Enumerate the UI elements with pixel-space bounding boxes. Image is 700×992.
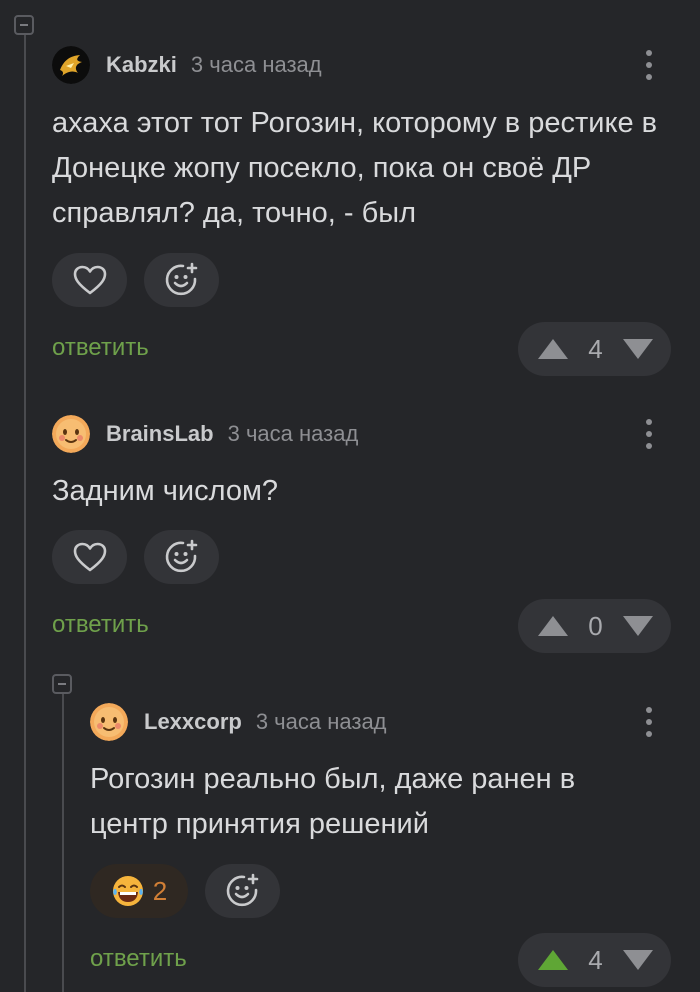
collapse-thread-button[interactable] <box>14 15 34 35</box>
like-button[interactable] <box>52 530 127 584</box>
heart-icon <box>73 265 106 295</box>
thread-line <box>24 30 26 992</box>
avatar[interactable] <box>52 415 90 453</box>
upvote-icon[interactable] <box>536 337 570 361</box>
rating-control: 0 <box>518 599 671 653</box>
rating-value: 4 <box>588 333 603 364</box>
rating-control: 4 <box>518 322 671 376</box>
reaction-button[interactable]: 2 <box>90 864 188 918</box>
rating-value: 4 <box>588 944 603 975</box>
add-emoji-icon <box>165 539 197 573</box>
add-reaction-button[interactable] <box>205 864 280 918</box>
comment-text: Задним числом? <box>52 475 279 507</box>
dragon-avatar-icon <box>52 46 90 84</box>
add-reaction-button[interactable] <box>144 253 219 307</box>
comment-text: ахаха этот тот Рогозин, которому в рести… <box>52 107 658 229</box>
avatar[interactable] <box>90 703 128 741</box>
reply-button[interactable]: ответить <box>90 945 187 973</box>
downvote-icon[interactable] <box>621 948 655 972</box>
heart-icon <box>73 542 106 572</box>
reply-button[interactable]: ответить <box>52 611 149 639</box>
reaction-count: 2 <box>152 875 168 906</box>
reply-button[interactable]: ответить <box>52 334 149 362</box>
comment-time[interactable]: 3 часа назад <box>256 709 387 735</box>
thread-line-nested <box>62 694 64 992</box>
more-options-icon[interactable] <box>637 45 661 85</box>
comment-time[interactable]: 3 часа назад <box>191 52 322 78</box>
comment-author[interactable]: Kabzki <box>106 52 177 78</box>
collapse-thread-button-nested[interactable] <box>52 674 72 694</box>
comment-time[interactable]: 3 часа назад <box>228 421 359 447</box>
smiley-avatar-icon <box>52 415 90 453</box>
add-emoji-icon <box>226 873 258 907</box>
laughing-emoji-icon <box>112 876 143 906</box>
downvote-icon[interactable] <box>621 337 655 361</box>
rating-value: 0 <box>588 610 603 641</box>
comment-author[interactable]: Lexxcorp <box>144 709 242 735</box>
avatar[interactable] <box>52 46 90 84</box>
add-reaction-button[interactable] <box>144 530 219 584</box>
add-emoji-icon <box>165 262 197 296</box>
upvote-icon[interactable] <box>536 614 570 638</box>
comment-author[interactable]: BrainsLab <box>106 421 214 447</box>
comment-text: Рогозин реально был, даже ранен в центр … <box>90 763 576 840</box>
downvote-icon[interactable] <box>621 614 655 638</box>
like-button[interactable] <box>52 253 127 307</box>
more-options-icon[interactable] <box>637 414 661 454</box>
smiley-avatar-icon <box>90 703 128 741</box>
upvote-icon-active[interactable] <box>536 948 570 972</box>
more-options-icon[interactable] <box>637 702 661 742</box>
rating-control: 4 <box>518 933 671 987</box>
